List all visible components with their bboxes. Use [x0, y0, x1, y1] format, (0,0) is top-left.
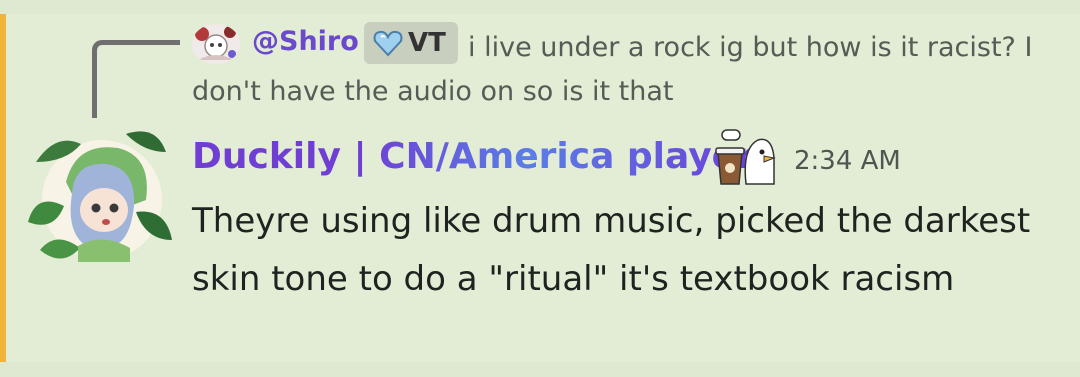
- duck-coffee-sticker: [712, 128, 776, 188]
- role-tag[interactable]: VT: [364, 22, 458, 64]
- reply-username[interactable]: @Shiro: [252, 26, 359, 57]
- reply-avatar-image: [192, 24, 240, 64]
- message-content[interactable]: Theyre using like drum music, picked the…: [192, 192, 1052, 308]
- reply-spine-connector: [92, 40, 180, 118]
- message-timestamp[interactable]: 2:34 AM: [794, 146, 901, 176]
- duck-sticker-icon: [715, 129, 776, 185]
- heart-gem-icon: [373, 30, 403, 57]
- role-tag-label: VT: [408, 28, 446, 58]
- author-avatar-image: [28, 131, 172, 262]
- author-name[interactable]: Duckily | CN/America player: [192, 136, 754, 177]
- reply-avatar[interactable]: [192, 24, 240, 64]
- mention-highlight-bar: [0, 14, 6, 362]
- author-avatar[interactable]: [26, 122, 176, 272]
